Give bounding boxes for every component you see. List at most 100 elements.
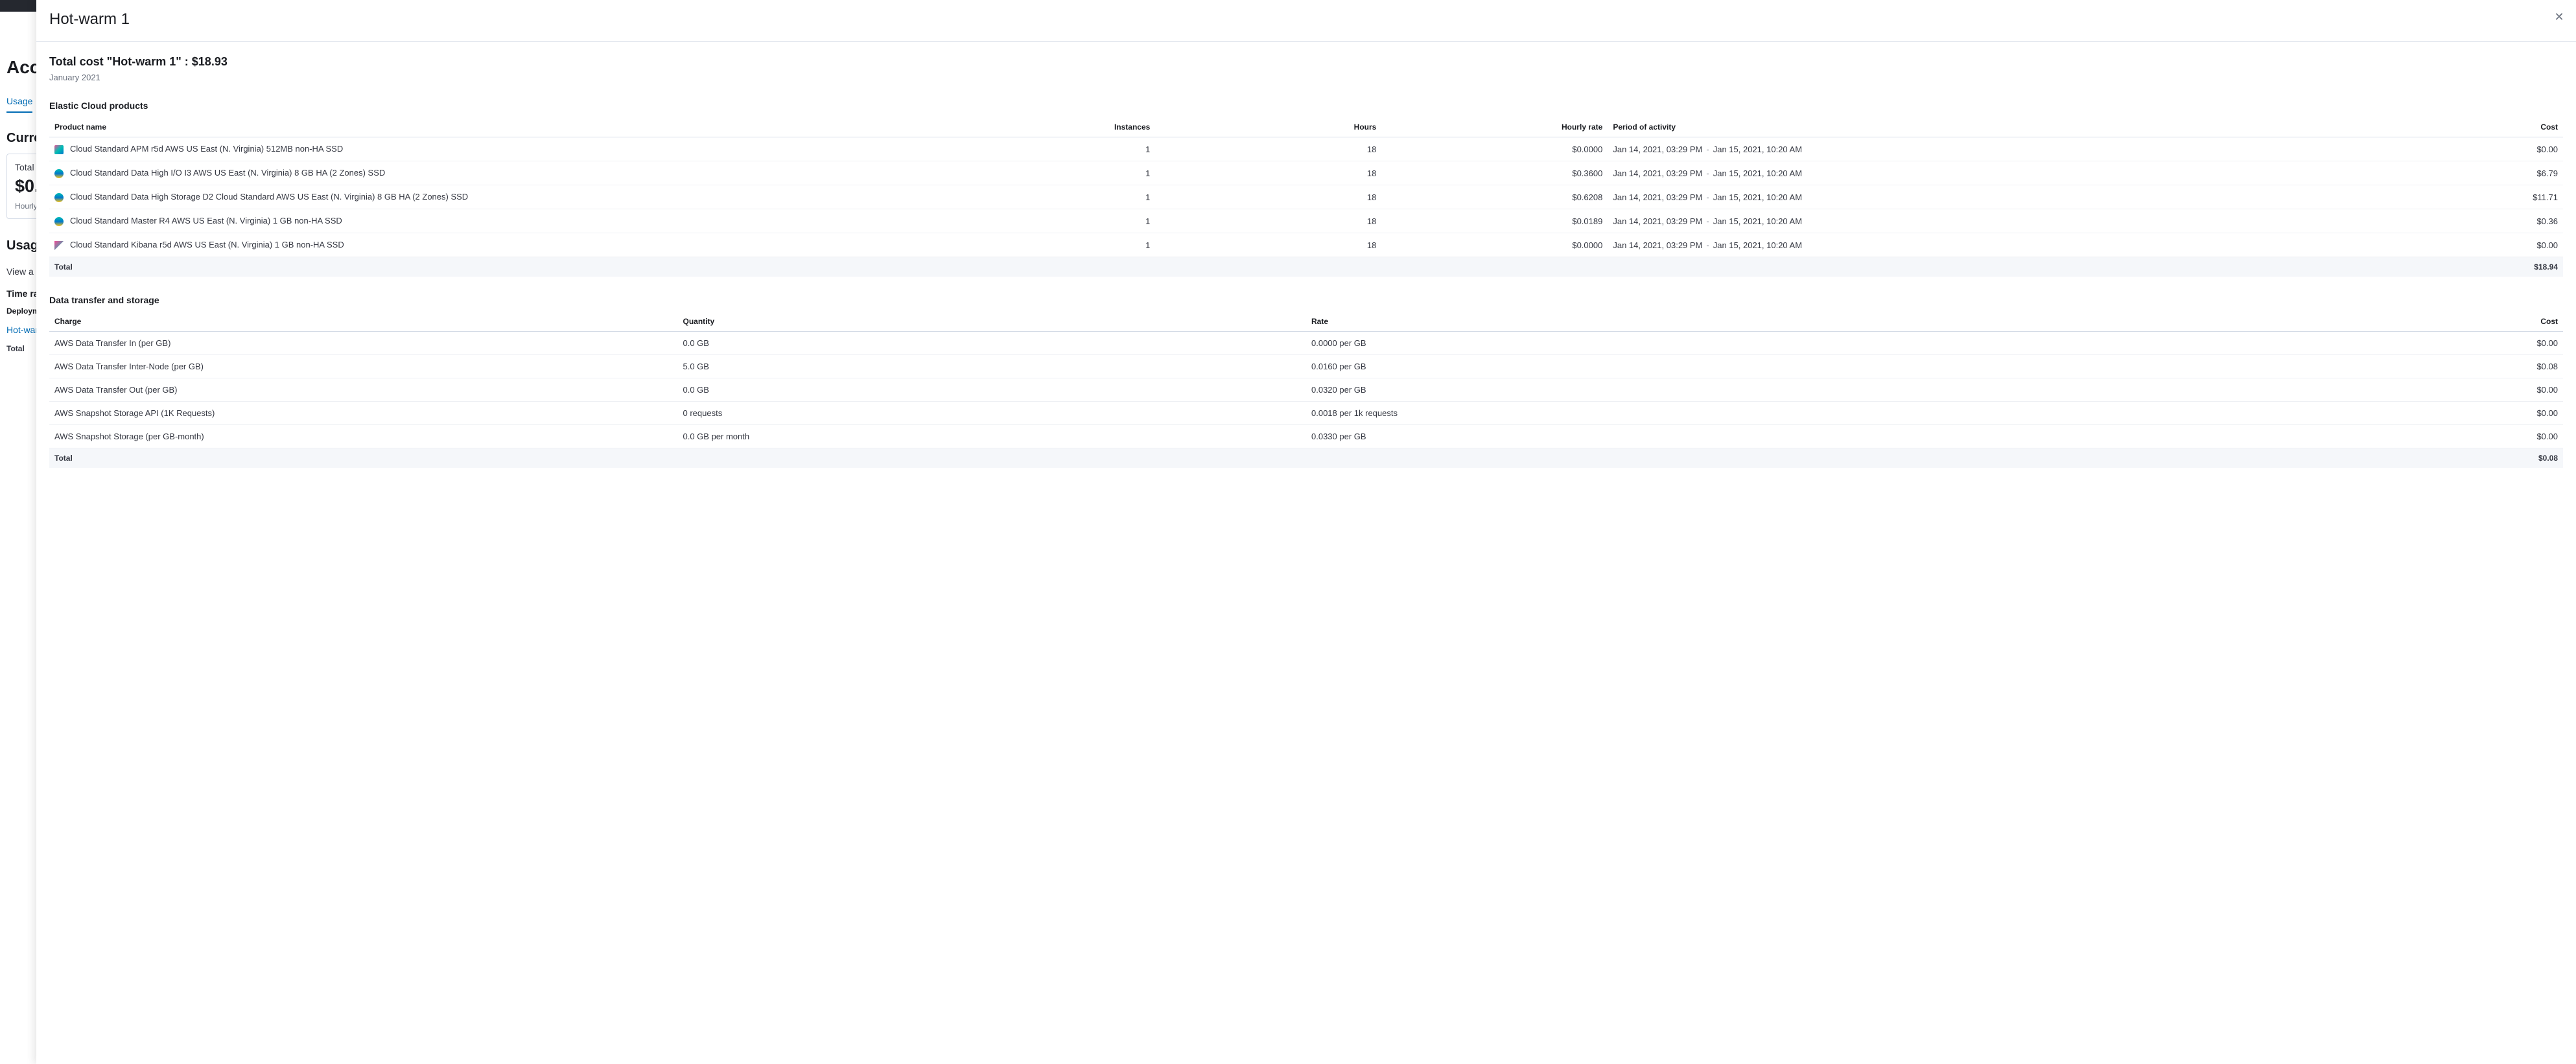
cell-cost: $0.00 <box>2312 402 2563 425</box>
cell-rate: $0.0189 <box>1381 209 1608 233</box>
es-icon <box>54 193 64 202</box>
product-name: Cloud Standard Master R4 AWS US East (N.… <box>70 216 342 226</box>
cell-rate: $0.6208 <box>1381 185 1608 209</box>
cell-rate: 0.0160 per GB <box>1306 355 2312 378</box>
cell-cost: $0.00 <box>2312 233 2563 257</box>
period-from: Jan 14, 2021, 03:29 PM <box>1613 192 1702 202</box>
es-icon <box>54 217 64 226</box>
cell-rate: $0.3600 <box>1381 161 1608 185</box>
cell-period: Jan 14, 2021, 03:29 PM-Jan 15, 2021, 10:… <box>1608 209 2312 233</box>
col-product-name[interactable]: Product name <box>49 117 929 137</box>
flyout-panel: Hot-warm 1 ✕ Total cost "Hot-warm 1" : $… <box>36 0 2576 1064</box>
cell-hours: 18 <box>1155 185 1381 209</box>
period-to: Jan 15, 2021, 10:20 AM <box>1713 192 1802 202</box>
kibana-icon <box>54 241 64 250</box>
flyout-body: Total cost "Hot-warm 1" : $18.93 January… <box>36 42 2576 481</box>
tab-usage[interactable]: Usage <box>6 96 32 113</box>
cell-charge: AWS Data Transfer In (per GB) <box>49 332 678 355</box>
cell-quantity: 0 requests <box>678 402 1307 425</box>
cell-period: Jan 14, 2021, 03:29 PM-Jan 15, 2021, 10:… <box>1608 161 2312 185</box>
cell-cost: $0.36 <box>2312 209 2563 233</box>
cell-quantity: 5.0 GB <box>678 355 1307 378</box>
period-to: Jan 15, 2021, 10:20 AM <box>1713 240 1802 250</box>
period-separator: - <box>1702 192 1713 202</box>
period-from: Jan 14, 2021, 03:29 PM <box>1613 168 1702 178</box>
total-cost-label: Total cost "Hot-warm 1" : <box>49 55 189 68</box>
table-row: AWS Snapshot Storage (per GB-month)0.0 G… <box>49 425 2563 448</box>
cell-rate: 0.0320 per GB <box>1306 378 2312 402</box>
period-from: Jan 14, 2021, 03:29 PM <box>1613 240 1702 250</box>
col-quantity[interactable]: Quantity <box>678 312 1307 332</box>
close-button[interactable]: ✕ <box>2551 9 2567 25</box>
period-to: Jan 15, 2021, 10:20 AM <box>1713 216 1802 226</box>
table-row: AWS Data Transfer Inter-Node (per GB)5.0… <box>49 355 2563 378</box>
product-name: Cloud Standard Data High I/O I3 AWS US E… <box>70 168 385 178</box>
cell-rate: 0.0330 per GB <box>1306 425 2312 448</box>
cell-quantity: 0.0 GB <box>678 378 1307 402</box>
table-row: Cloud Standard Data High Storage D2 Clou… <box>49 185 2563 209</box>
col-instances[interactable]: Instances <box>929 117 1155 137</box>
period-from: Jan 14, 2021, 03:29 PM <box>1613 216 1702 226</box>
col-rate[interactable]: Rate <box>1306 312 2312 332</box>
table-row: Cloud Standard Master R4 AWS US East (N.… <box>49 209 2563 233</box>
cell-rate: $0.0000 <box>1381 233 1608 257</box>
transfer-table: Charge Quantity Rate Cost AWS Data Trans… <box>49 312 2563 468</box>
close-icon: ✕ <box>2554 10 2564 24</box>
cell-cost: $0.00 <box>2312 378 2563 402</box>
cell-cost: $0.00 <box>2312 137 2563 161</box>
products-table: Product name Instances Hours Hourly rate… <box>49 117 2563 277</box>
transfer-header-row: Charge Quantity Rate Cost <box>49 312 2563 332</box>
cell-quantity: 0.0 GB per month <box>678 425 1307 448</box>
table-row: AWS Snapshot Storage API (1K Requests)0 … <box>49 402 2563 425</box>
transfer-total-value: $0.08 <box>2312 448 2563 468</box>
cell-rate: $0.0000 <box>1381 137 1608 161</box>
flyout-title: Hot-warm 1 <box>49 10 2563 29</box>
cell-quantity: 0.0 GB <box>678 332 1307 355</box>
products-total-label: Total <box>49 257 929 277</box>
transfer-total-row: Total $0.08 <box>49 448 2563 468</box>
product-name: Cloud Standard APM r5d AWS US East (N. V… <box>70 144 343 154</box>
product-name: Cloud Standard Data High Storage D2 Clou… <box>70 192 468 202</box>
table-row: AWS Data Transfer In (per GB)0.0 GB0.000… <box>49 332 2563 355</box>
total-cost-value: $18.93 <box>192 55 228 68</box>
cell-charge: AWS Snapshot Storage (per GB-month) <box>49 425 678 448</box>
cell-instances: 1 <box>929 137 1155 161</box>
col-charge[interactable]: Charge <box>49 312 678 332</box>
cell-cost: $0.08 <box>2312 355 2563 378</box>
transfer-total-label: Total <box>49 448 678 468</box>
table-row: Cloud Standard Kibana r5d AWS US East (N… <box>49 233 2563 257</box>
cell-period: Jan 14, 2021, 03:29 PM-Jan 15, 2021, 10:… <box>1608 137 2312 161</box>
cell-charge: AWS Data Transfer Inter-Node (per GB) <box>49 355 678 378</box>
es-icon <box>54 169 64 178</box>
cell-rate: 0.0000 per GB <box>1306 332 2312 355</box>
period-separator: - <box>1702 240 1713 250</box>
transfer-section-title: Data transfer and storage <box>49 295 2563 305</box>
total-cost-line: Total cost "Hot-warm 1" : $18.93 <box>49 55 2563 69</box>
period-to: Jan 15, 2021, 10:20 AM <box>1713 168 1802 178</box>
cell-period: Jan 14, 2021, 03:29 PM-Jan 15, 2021, 10:… <box>1608 185 2312 209</box>
cell-cost: $6.79 <box>2312 161 2563 185</box>
table-row: AWS Data Transfer Out (per GB)0.0 GB0.03… <box>49 378 2563 402</box>
period-to: Jan 15, 2021, 10:20 AM <box>1713 145 1802 154</box>
cell-instances: 1 <box>929 209 1155 233</box>
cell-charge: AWS Data Transfer Out (per GB) <box>49 378 678 402</box>
period-separator: - <box>1702 216 1713 226</box>
cell-cost: $11.71 <box>2312 185 2563 209</box>
col-cost[interactable]: Cost <box>2312 117 2563 137</box>
cell-hours: 18 <box>1155 161 1381 185</box>
col-period[interactable]: Period of activity <box>1608 117 2312 137</box>
cell-cost: $0.00 <box>2312 425 2563 448</box>
products-total-row: Total $18.94 <box>49 257 2563 277</box>
cell-hours: 18 <box>1155 233 1381 257</box>
col-hours[interactable]: Hours <box>1155 117 1381 137</box>
cell-hours: 18 <box>1155 137 1381 161</box>
products-section-title: Elastic Cloud products <box>49 100 2563 111</box>
period-line: January 2021 <box>49 73 2563 82</box>
col-hourly-rate[interactable]: Hourly rate <box>1381 117 1608 137</box>
period-separator: - <box>1702 168 1713 178</box>
cell-rate: 0.0018 per 1k requests <box>1306 402 2312 425</box>
product-name: Cloud Standard Kibana r5d AWS US East (N… <box>70 240 344 249</box>
flyout-header: Hot-warm 1 ✕ <box>36 0 2576 42</box>
col-transfer-cost[interactable]: Cost <box>2312 312 2563 332</box>
cell-charge: AWS Snapshot Storage API (1K Requests) <box>49 402 678 425</box>
